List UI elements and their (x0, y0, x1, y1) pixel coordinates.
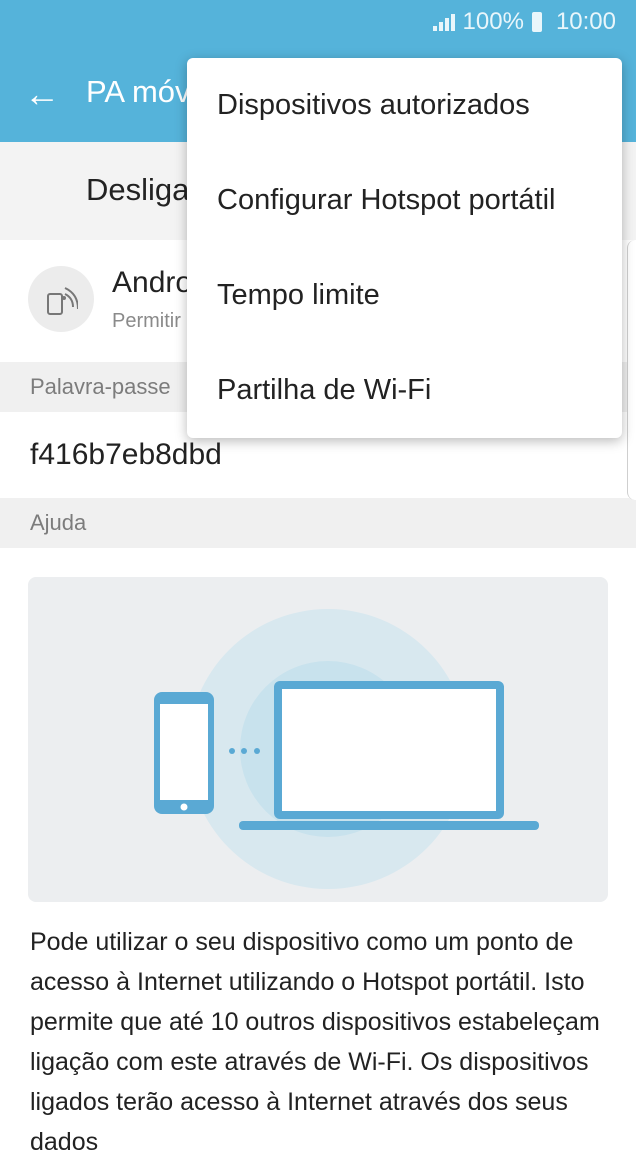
status-bar: 100% 10:00 (0, 0, 636, 44)
edge-panel-handle[interactable] (627, 240, 636, 500)
password-value[interactable]: f416b7eb8dbd (30, 438, 222, 472)
password-section-label: Palavra-passe (30, 374, 171, 399)
help-section-label: Ajuda (30, 510, 87, 535)
clock: 10:00 (555, 8, 616, 35)
laptop-icon (239, 681, 539, 830)
menu-item-configure-hotspot[interactable]: Configurar Hotspot portátil (187, 153, 622, 248)
battery-icon (531, 12, 542, 32)
menu-item-wifi-sharing[interactable]: Partilha de Wi-Fi (187, 343, 622, 438)
menu-item-authorized-devices[interactable]: Dispositivos autorizados (187, 58, 622, 153)
phone-icon (154, 692, 214, 814)
signal-icon (432, 13, 455, 31)
device-icon (28, 266, 94, 332)
help-section-header: Ajuda (0, 498, 636, 548)
menu-item-timeout[interactable]: Tempo limite (187, 248, 622, 343)
overflow-menu: Dispositivos autorizados Configurar Hots… (187, 58, 622, 438)
battery-percent: 100% (462, 8, 524, 35)
help-text: Pode utilizar o seu dispositivo como um … (30, 928, 600, 1156)
hotspot-illustration (28, 577, 608, 902)
back-arrow-icon[interactable]: ← (24, 74, 64, 114)
device-subtitle: Permitir (112, 310, 181, 332)
